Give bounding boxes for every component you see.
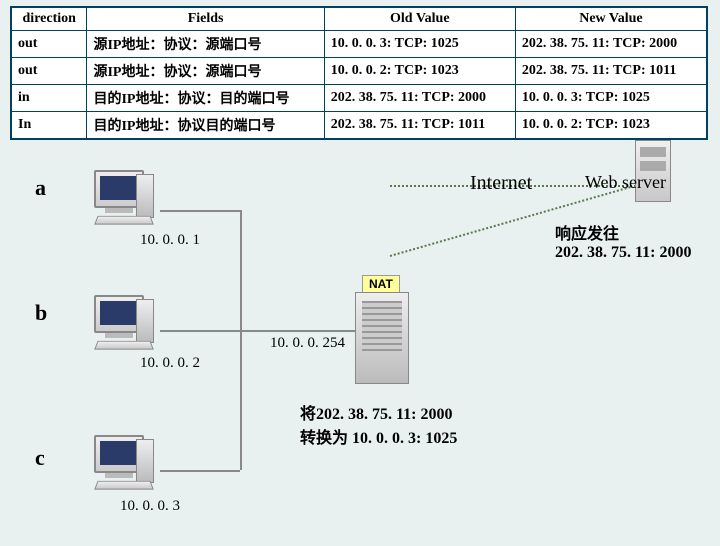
lan-segment-a — [160, 210, 240, 212]
cell-fields: 源IP地址：协议：源端口号 — [87, 58, 324, 85]
cell-direction: in — [11, 85, 87, 112]
host-a-ip: 10. 0. 0. 1 — [140, 232, 200, 249]
lan-segment-c — [160, 470, 240, 472]
th-direction: direction — [11, 7, 87, 31]
host-c-label: c — [35, 445, 45, 471]
cell-fields: 目的IP地址：协议目的端口号 — [87, 112, 324, 140]
host-b-ip: 10. 0. 0. 2 — [140, 355, 200, 372]
th-old: Old Value — [324, 7, 515, 31]
cell-new: 10. 0. 0. 3: TCP: 1025 — [515, 85, 707, 112]
cell-fields: 源IP地址：协议：源端口号 — [87, 31, 324, 58]
response-note: 响应发往 202. 38. 75. 11: 2000 — [555, 220, 691, 262]
cell-old: 202. 38. 75. 11: TCP: 2000 — [324, 85, 515, 112]
cell-old: 202. 38. 75. 11: TCP: 1011 — [324, 112, 515, 140]
nat-badge: NAT — [362, 275, 400, 293]
table-row: out 源IP地址：协议：源端口号 10. 0. 0. 2: TCP: 1023… — [11, 58, 707, 85]
lan-to-nat — [240, 330, 355, 332]
th-fields: Fields — [87, 7, 324, 31]
host-c-icon — [90, 435, 160, 505]
network-diagram: a 10. 0. 0. 1 b 10. 0. 0. 2 c 10. 0. 0. … — [0, 140, 720, 520]
lan-backbone — [240, 210, 242, 470]
host-b-label: b — [35, 300, 47, 326]
cell-new: 10. 0. 0. 2: TCP: 1023 — [515, 112, 707, 140]
translate-note: 将202. 38. 75. 11: 2000 转换为 10. 0. 0. 3: … — [300, 400, 457, 448]
host-a-label: a — [35, 175, 46, 201]
cell-direction: out — [11, 31, 87, 58]
cell-direction: out — [11, 58, 87, 85]
table-row: out 源IP地址：协议：源端口号 10. 0. 0. 3: TCP: 1025… — [11, 31, 707, 58]
host-c-ip: 10. 0. 0. 3 — [120, 498, 180, 515]
cell-direction: In — [11, 112, 87, 140]
cell-fields: 目的IP地址：协议：目的端口号 — [87, 85, 324, 112]
table-row: in 目的IP地址：协议：目的端口号 202. 38. 75. 11: TCP:… — [11, 85, 707, 112]
th-new: New Value — [515, 7, 707, 31]
cell-old: 10. 0. 0. 3: TCP: 1025 — [324, 31, 515, 58]
cell-new: 202. 38. 75. 11: TCP: 2000 — [515, 31, 707, 58]
nat-ip: 10. 0. 0. 254 — [270, 335, 345, 352]
lan-segment-b — [160, 330, 240, 332]
cell-new: 202. 38. 75. 11: TCP: 1011 — [515, 58, 707, 85]
nat-device-icon — [355, 292, 409, 384]
web-server-label: Web server — [585, 172, 666, 193]
nat-table: direction Fields Old Value New Value out… — [10, 6, 708, 140]
host-a-icon — [90, 170, 160, 240]
cell-old: 10. 0. 0. 2: TCP: 1023 — [324, 58, 515, 85]
internet-label: Internet — [470, 172, 532, 195]
table-row: In 目的IP地址：协议目的端口号 202. 38. 75. 11: TCP: … — [11, 112, 707, 140]
